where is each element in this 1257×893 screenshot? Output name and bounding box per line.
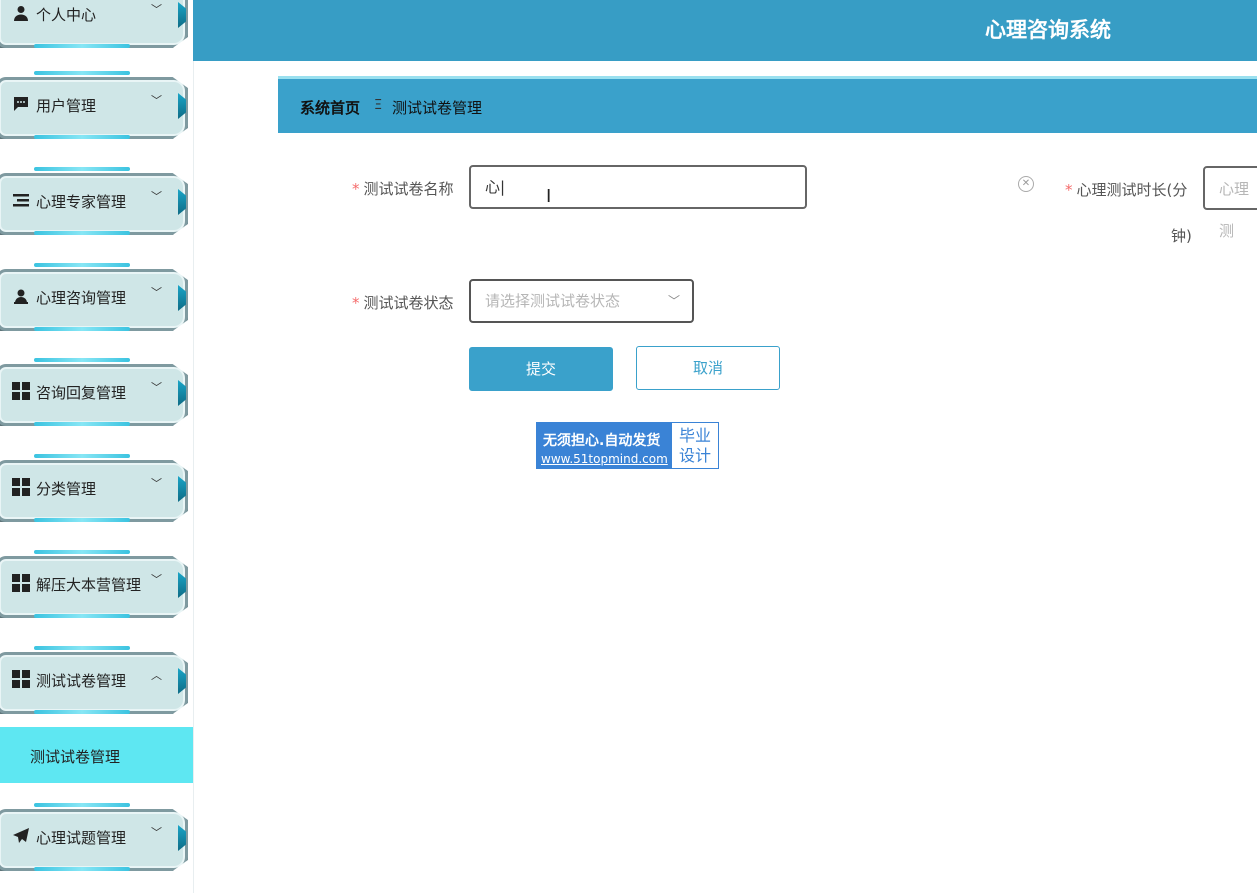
menu-glow	[34, 71, 130, 75]
grid-icon	[12, 478, 30, 496]
breadcrumb-home-link[interactable]: 系统首页	[300, 97, 360, 118]
cancel-button[interactable]: 取消	[636, 346, 780, 390]
menu-glow	[34, 263, 130, 267]
grid-icon	[12, 670, 30, 688]
chevron-down-icon: ﹀	[151, 286, 162, 299]
breadcrumb-separator-icon: Ξ	[374, 98, 383, 113]
list-icon	[12, 191, 30, 209]
menu-glow	[34, 803, 130, 807]
sidebar-item-label: 心理专家管理	[36, 193, 127, 211]
grid-icon	[12, 382, 30, 400]
breadcrumb-current: 测试试卷管理	[392, 99, 483, 117]
menu-glow	[34, 614, 130, 618]
required-mark: *	[1065, 181, 1073, 199]
user-badge-icon	[12, 287, 30, 305]
clear-icon[interactable]: ✕	[1018, 176, 1034, 192]
ad-banner[interactable]: 无须担心.自动发货 www.51topmind.com 毕业 设计	[536, 422, 719, 469]
chevron-down-icon: ﹀	[151, 190, 162, 203]
ad-slogan: 无须担心.自动发货	[543, 433, 661, 449]
status-label: * 测试试卷状态	[352, 292, 454, 313]
status-select[interactable]: 请选择测试试卷状态 ﹀	[469, 279, 694, 323]
chevron-down-icon: ﹀	[151, 826, 162, 839]
chevron-down-icon: ﹀	[667, 294, 680, 308]
sidebar-item-label: 用户管理	[36, 97, 97, 115]
sidebar-item-question-management[interactable]: 心理试题管理 ﹀	[0, 803, 188, 871]
sidebar-item-category-management[interactable]: 分类管理 ﹀	[0, 454, 188, 522]
breadcrumb: 系统首页 Ξ 测试试卷管理	[278, 76, 1257, 133]
menu-glow	[34, 518, 130, 522]
sidebar-item-user-management[interactable]: 用户管理 ﹀	[0, 71, 188, 139]
menu-glow	[34, 358, 130, 362]
sidebar-item-relax-camp-management[interactable]: 解压大本营管理 ﹀	[0, 550, 188, 618]
menu-glow	[34, 550, 130, 554]
app-title: 心理咨询系统	[985, 18, 1111, 42]
sidebar-subitem-label: 测试试卷管理	[30, 748, 121, 766]
chevron-down-icon: ﹀	[151, 477, 162, 490]
sidebar-subitem-test-paper-management[interactable]: 测试试卷管理	[0, 727, 193, 783]
menu-glow	[34, 422, 130, 426]
status-select-placeholder: 请选择测试试卷状态	[485, 292, 621, 310]
menu-glow	[34, 454, 130, 458]
menu-glow	[34, 327, 130, 331]
ad-right-line2: 设计	[678, 446, 711, 465]
ad-link[interactable]: www.51topmind.com	[541, 452, 668, 466]
sidebar-item-label: 解压大本营管理	[36, 576, 142, 594]
sidebar-item-consultation-management[interactable]: 心理咨询管理 ﹀	[0, 263, 188, 331]
sidebar-item-test-paper-management[interactable]: 测试试卷管理 ︿	[0, 646, 188, 714]
sidebar-item-label: 分类管理	[36, 480, 97, 498]
paper-name-label: * 测试试卷名称	[352, 178, 454, 199]
sidebar-item-label: 心理咨询管理	[36, 289, 127, 307]
paper-name-label-text: 测试试卷名称	[363, 180, 454, 198]
required-mark: *	[352, 180, 360, 198]
menu-glow	[34, 710, 130, 714]
status-label-text: 测试试卷状态	[363, 294, 454, 312]
submit-button[interactable]: 提交	[469, 347, 613, 391]
ad-left-panel: 无须担心.自动发货 www.51topmind.com	[537, 423, 672, 468]
menu-glow	[34, 646, 130, 650]
menu-glow	[34, 135, 130, 139]
text-cursor-icon: Ι	[546, 186, 552, 207]
duration-label: * 心理测试时长(分	[1065, 179, 1187, 200]
sidebar-item-label: 个人中心	[36, 6, 97, 24]
grid-icon	[12, 574, 30, 592]
chevron-down-icon: ﹀	[151, 94, 162, 107]
menu-glow	[34, 167, 130, 171]
chevron-up-icon: ︿	[151, 669, 162, 682]
ad-right-panel: 毕业 设计	[672, 423, 718, 468]
sidebar-item-personal-center[interactable]: 个人中心 ﹀	[0, 0, 188, 48]
chevron-down-icon: ﹀	[151, 381, 162, 394]
top-header: 心理咨询系统	[193, 0, 1257, 61]
menu-glow	[34, 44, 130, 48]
chevron-down-icon: ﹀	[151, 3, 162, 16]
chevron-down-icon: ﹀	[151, 573, 162, 586]
paper-name-input[interactable]: 心|	[469, 165, 807, 209]
person-icon	[12, 4, 30, 22]
duration-label-text: 心理测试时长(分	[1076, 181, 1188, 199]
duration-input[interactable]: 心理测	[1203, 166, 1257, 240]
sidebar-item-label: 心理试题管理	[36, 829, 127, 847]
chat-icon	[12, 95, 30, 113]
sidebar-item-reply-management[interactable]: 咨询回复管理 ﹀	[0, 358, 188, 426]
ad-right-line1: 毕业	[678, 426, 711, 445]
menu-glow	[34, 867, 130, 871]
duration-label-line2: 钟)	[1171, 227, 1192, 245]
sidebar-item-expert-management[interactable]: 心理专家管理 ﹀	[0, 167, 188, 235]
sidebar: 个人中心 ﹀ 用户管理 ﹀ 心理专家管理 ﹀ 心理咨询管理 ﹀ 咨询回复管理 ﹀…	[0, 0, 194, 893]
menu-glow	[34, 231, 130, 235]
send-icon	[12, 827, 30, 845]
sidebar-item-label: 咨询回复管理	[36, 384, 127, 402]
sidebar-item-label: 测试试卷管理	[36, 672, 127, 690]
required-mark: *	[352, 294, 360, 312]
